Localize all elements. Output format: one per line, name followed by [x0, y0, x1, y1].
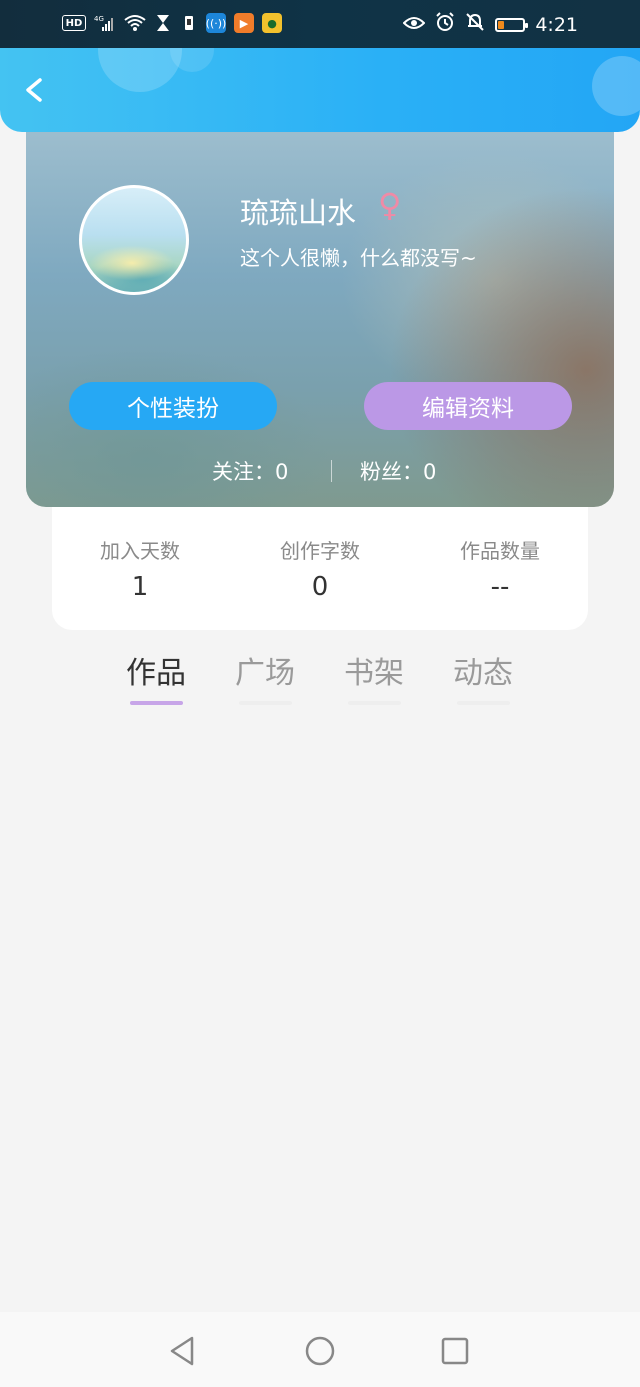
stat-works-count: 作品数量 -- — [410, 535, 590, 602]
female-gender-icon: ♀ — [378, 186, 402, 224]
tab-label: 动态 — [453, 656, 513, 691]
stats-card: 加入天数 1 创作字数 0 作品数量 -- — [52, 507, 588, 630]
tab-label: 作品 — [126, 656, 186, 691]
stat-value: -- — [490, 572, 510, 602]
app-fruit-icon: ● — [262, 13, 282, 33]
mute-bell-icon — [465, 12, 485, 37]
nav-back-button[interactable] — [166, 1334, 200, 1368]
status-left-icons: HD 4G ((·)) ▶ ● — [62, 13, 282, 33]
recents-square-icon — [441, 1337, 469, 1365]
system-nav-bar — [0, 1312, 640, 1387]
tab-indicator — [239, 701, 292, 705]
tab-feed[interactable]: 动态 — [438, 648, 528, 705]
top-header — [0, 48, 640, 132]
stat-value: 1 — [131, 572, 149, 602]
bio-text: 这个人很懒，什么都没写~ — [240, 246, 477, 270]
stat-label: 作品数量 — [460, 539, 540, 563]
tab-bookshelf[interactable]: 书架 — [329, 648, 419, 705]
status-right-icons: 4:21 — [402, 12, 578, 37]
tab-square[interactable]: 广场 — [220, 648, 310, 705]
eye-icon — [402, 14, 426, 36]
nav-home-button[interactable] — [303, 1334, 337, 1368]
back-button[interactable] — [14, 70, 54, 110]
home-circle-icon — [305, 1336, 335, 1366]
stat-label: 加入天数 — [100, 539, 180, 563]
tab-label: 广场 — [235, 656, 295, 691]
app-wifi-icon: ((·)) — [206, 13, 226, 33]
app-video-icon: ▶ — [234, 13, 254, 33]
stat-word-count: 创作字数 0 — [230, 535, 410, 602]
tab-works[interactable]: 作品 — [111, 648, 201, 705]
battery-icon — [495, 17, 529, 32]
status-bar: HD 4G ((·)) ▶ ● 4:21 — [0, 0, 640, 48]
edit-profile-button[interactable]: 编辑资料 — [364, 382, 572, 430]
alarm-icon — [435, 12, 455, 37]
following-count[interactable]: 关注：0 — [212, 456, 288, 486]
stat-join-days: 加入天数 1 — [50, 535, 230, 602]
hourglass-icon — [154, 13, 172, 33]
chevron-left-icon — [26, 78, 42, 102]
wifi-icon — [124, 13, 146, 33]
nav-recents-button[interactable] — [438, 1334, 472, 1368]
divider — [331, 460, 332, 482]
username: 琉琉山水 — [240, 196, 357, 230]
clock-time: 4:21 — [535, 13, 578, 36]
follow-stats-row: 关注：0 粉丝：0 — [26, 456, 614, 486]
avatar[interactable] — [79, 185, 189, 295]
dress-up-button[interactable]: 个性装扮 — [69, 382, 277, 430]
stat-label: 创作字数 — [280, 539, 360, 563]
tab-indicator — [348, 701, 401, 705]
hd-icon: HD — [62, 15, 86, 31]
decor-bubble — [592, 56, 640, 116]
tab-bar: 作品 广场 书架 动态 — [0, 648, 640, 718]
svg-text:4G: 4G — [94, 15, 104, 23]
signal-4g-icon: 4G — [94, 13, 116, 33]
sim-icon — [180, 13, 198, 33]
profile-card: 琉琉山水 ♀ 这个人很懒，什么都没写~ 个性装扮 编辑资料 关注：0 粉丝：0 — [26, 120, 614, 507]
tab-indicator — [130, 701, 183, 705]
tab-label: 书架 — [344, 656, 404, 691]
fans-count[interactable]: 粉丝：0 — [360, 456, 436, 486]
back-triangle-icon — [170, 1336, 194, 1366]
tab-indicator — [457, 701, 510, 705]
stat-value: 0 — [311, 572, 329, 602]
decor-bubble — [98, 48, 182, 92]
